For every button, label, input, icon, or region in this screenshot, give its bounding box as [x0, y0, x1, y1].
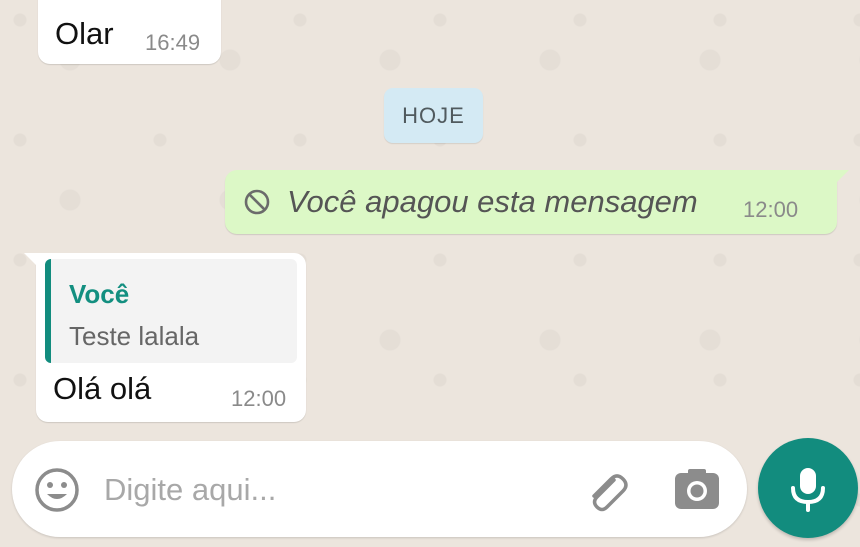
message-incoming[interactable]: Olar 16:49 — [38, 0, 221, 64]
emoji-icon[interactable] — [34, 467, 80, 513]
day-separator: HOJE — [384, 88, 483, 143]
quote-author: Você — [69, 279, 130, 309]
paperclip-icon[interactable] — [580, 465, 632, 517]
message-time: 16:49 — [145, 30, 201, 55]
quote-bar — [45, 259, 51, 363]
message-input[interactable] — [102, 461, 566, 519]
message-outgoing-deleted[interactable]: Você apagou esta mensagem 12:00 — [225, 170, 849, 234]
camera-icon[interactable] — [673, 467, 721, 513]
message-incoming-reply[interactable]: Você Teste lalala Olá olá 12:00 — [24, 253, 306, 422]
ban-icon — [244, 189, 270, 215]
message-composer — [12, 441, 747, 537]
quote-text: Teste lalala — [69, 321, 200, 351]
message-text: Você apagou esta mensagem — [287, 184, 698, 219]
message-text: Olá olá — [53, 371, 152, 406]
message-text: Olar — [55, 16, 114, 51]
message-time: 12:00 — [231, 386, 287, 411]
quoted-message[interactable]: Você Teste lalala — [45, 259, 297, 363]
voice-record-button[interactable] — [758, 438, 858, 538]
message-time: 12:00 — [743, 197, 799, 222]
microphone-icon — [791, 468, 825, 512]
